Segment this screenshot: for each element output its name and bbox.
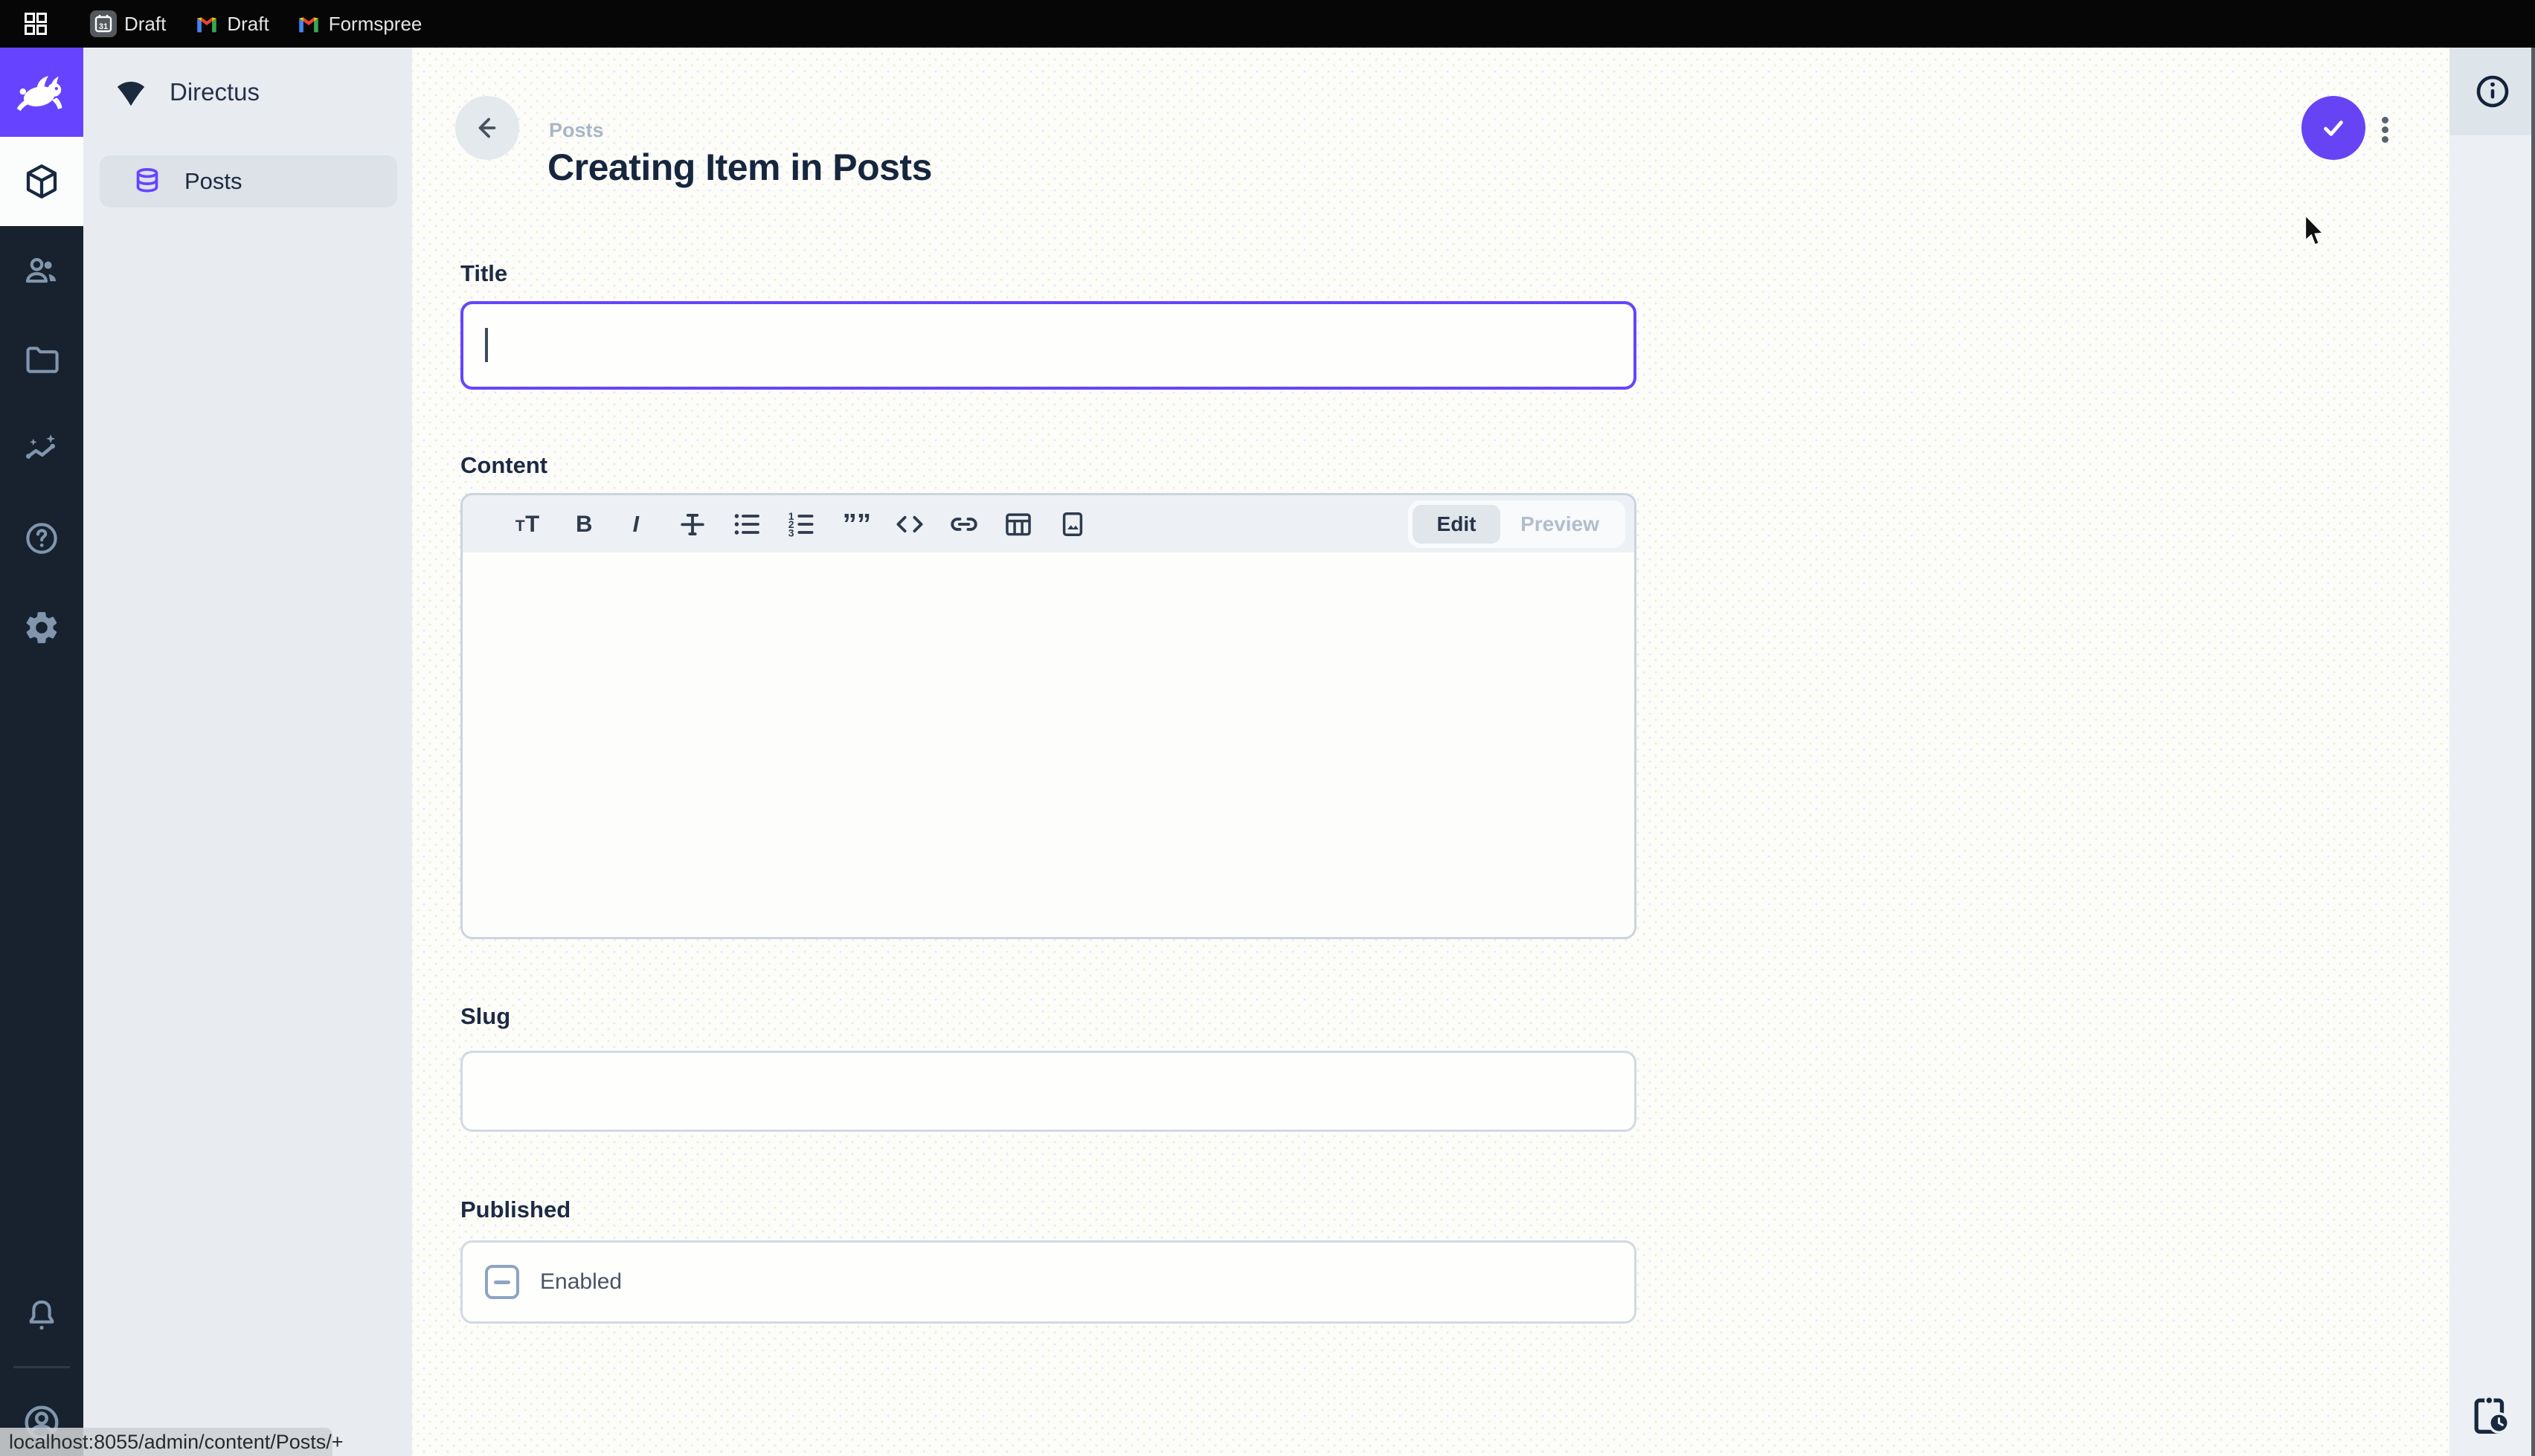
gmail-icon	[194, 11, 219, 36]
editor-body[interactable]	[463, 553, 1634, 939]
module-files[interactable]	[0, 315, 83, 405]
info-icon	[2475, 74, 2510, 109]
files-folder-icon	[22, 341, 61, 379]
divider	[13, 1366, 70, 1368]
users-icon	[22, 251, 61, 290]
tab-edit[interactable]: Edit	[1413, 505, 1500, 544]
notifications-button[interactable]	[0, 1286, 83, 1345]
strikethrough-icon[interactable]	[676, 508, 709, 541]
format-size-icon[interactable]: T T	[513, 508, 546, 541]
slug-field-label: Slug	[460, 1003, 510, 1030]
settings-gear-icon	[22, 608, 61, 647]
tab-label: Formspree	[329, 13, 422, 36]
database-icon	[131, 165, 164, 198]
link-preview-text: localhost:8055/admin/content/Posts/+	[9, 1431, 344, 1454]
main-content: Posts Creating Item in Posts Title Conte…	[412, 48, 2449, 1456]
browser-topbar: 31 Draft Draft Formspree	[0, 0, 2535, 48]
published-field-label: Published	[460, 1196, 571, 1223]
sidebar-item-label: Posts	[184, 168, 242, 195]
content-field-label: Content	[460, 452, 547, 479]
project-name: Directus	[170, 78, 260, 106]
link-icon[interactable]	[948, 508, 980, 541]
google-calendar-icon: 31	[90, 10, 117, 37]
window-edge	[2531, 48, 2535, 1456]
svg-text:31: 31	[99, 22, 108, 31]
back-button[interactable]	[455, 96, 519, 160]
grid-icon[interactable]	[25, 13, 47, 35]
svg-text:T: T	[525, 510, 539, 536]
image-icon[interactable]	[1056, 508, 1089, 541]
activity-sidebar-button[interactable]	[2449, 1394, 2532, 1437]
browser-tab[interactable]: Draft	[194, 11, 269, 36]
save-button[interactable]	[2301, 96, 2365, 160]
insights-chart-icon	[22, 430, 61, 468]
help-icon	[22, 519, 61, 558]
notifications-bell-icon	[22, 1296, 61, 1335]
right-sidebar	[2449, 48, 2535, 1456]
indeterminate-dash-icon	[494, 1281, 510, 1284]
tab-label: Draft	[227, 13, 269, 36]
content-editor[interactable]: T T B I	[460, 493, 1636, 939]
italic-icon[interactable]: I	[622, 508, 655, 541]
text-caret	[485, 328, 488, 362]
module-insights[interactable]	[0, 405, 83, 494]
content-box-icon	[22, 161, 62, 202]
module-bar	[0, 48, 83, 1456]
svg-text:3: 3	[788, 526, 794, 538]
tab-preview[interactable]: Preview	[1500, 505, 1619, 544]
svg-text:B: B	[576, 510, 593, 536]
mouse-cursor	[2303, 214, 2330, 251]
published-box: Enabled	[460, 1240, 1636, 1324]
page-title: Creating Item in Posts	[547, 146, 932, 189]
svg-text:T: T	[515, 518, 525, 535]
project-header[interactable]: Directus	[83, 48, 412, 137]
sidebar-item-posts[interactable]: Posts	[100, 155, 397, 207]
gmail-icon	[296, 11, 321, 36]
module-help[interactable]	[0, 494, 83, 583]
module-settings[interactable]	[0, 583, 83, 672]
breadcrumb[interactable]: Posts	[549, 119, 604, 142]
tab-label: Draft	[124, 13, 166, 36]
arrow-left-icon	[470, 111, 504, 145]
editor-toolbar: T T B I	[463, 495, 1634, 553]
bulleted-list-icon[interactable]	[730, 508, 763, 541]
bold-icon[interactable]: B	[568, 508, 600, 541]
editor-mode-toggle: Edit Preview	[1408, 500, 1625, 548]
title-field-label: Title	[460, 260, 507, 287]
svg-text:I: I	[633, 512, 640, 536]
browser-tab[interactable]: Formspree	[296, 11, 422, 36]
published-checkbox[interactable]	[485, 1265, 519, 1299]
module-content[interactable]	[0, 137, 83, 226]
more-options-button[interactable]	[2374, 113, 2395, 146]
published-checkbox-label: Enabled	[540, 1269, 622, 1295]
clipboard-clock-icon	[2470, 1394, 2513, 1437]
fan-logo-icon	[112, 73, 150, 112]
nav-sidebar: Directus Posts	[83, 48, 412, 1456]
slug-input[interactable]	[460, 1051, 1636, 1132]
module-users[interactable]	[0, 226, 83, 315]
browser-tab[interactable]: 31 Draft	[90, 10, 166, 37]
right-sidebar-header[interactable]	[2449, 48, 2535, 135]
dots-vertical-icon	[2382, 117, 2388, 123]
check-icon	[2316, 111, 2351, 145]
title-input[interactable]	[460, 301, 1636, 390]
numbered-list-icon[interactable]: 1 2 3	[785, 508, 817, 541]
directus-logo-button[interactable]	[0, 48, 83, 137]
blockquote-icon[interactable]: ””	[839, 508, 872, 541]
svg-text:””: ””	[843, 508, 872, 540]
code-icon[interactable]	[893, 508, 926, 541]
link-preview-tooltip: localhost:8055/admin/content/Posts/+	[0, 1428, 332, 1456]
directus-rabbit-logo	[13, 63, 71, 121]
table-icon[interactable]	[1002, 508, 1035, 541]
